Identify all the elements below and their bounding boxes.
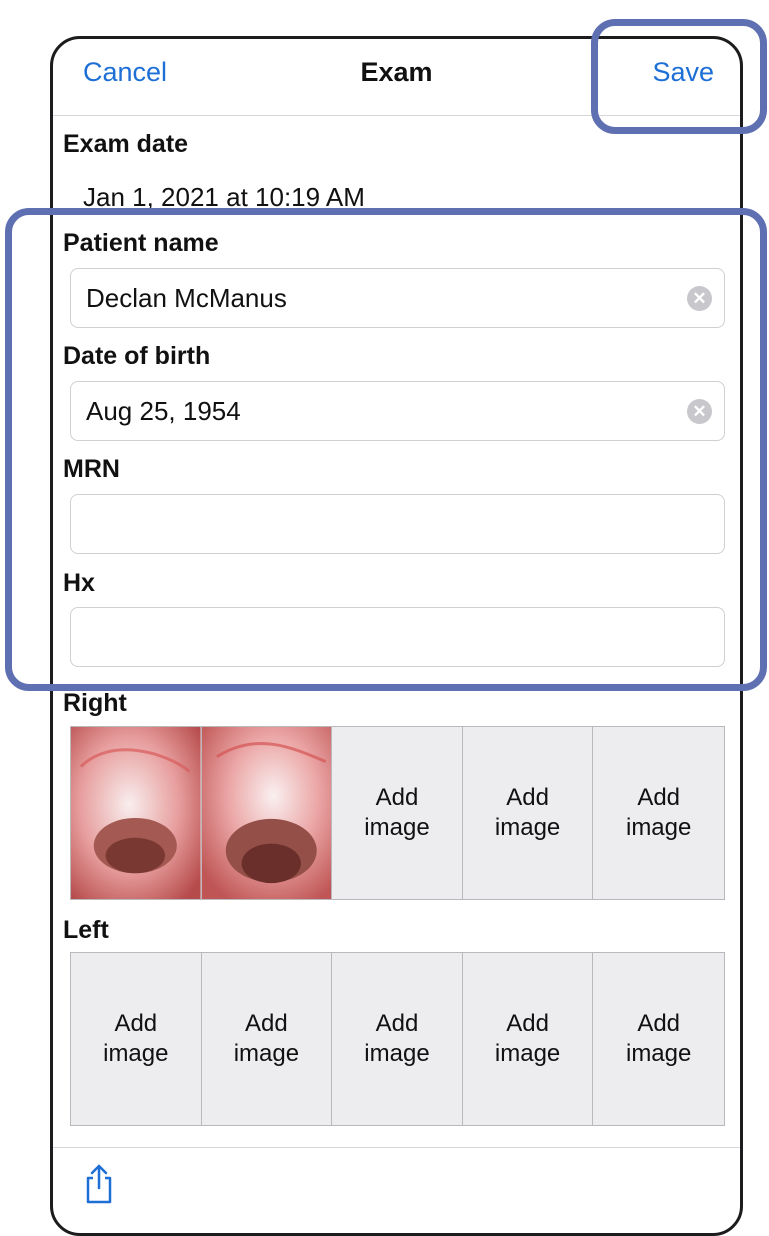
add-image-label: Add image [625, 784, 692, 841]
bottom-toolbar-divider [53, 1147, 740, 1148]
left-ear-label: Left [63, 916, 109, 944]
add-image-button[interactable]: Add image [462, 727, 594, 899]
right-image-grid: Add image Add image Add image [70, 726, 725, 900]
add-image-button[interactable]: Add image [593, 727, 724, 899]
hx-field[interactable] [70, 607, 725, 667]
exam-date-value[interactable]: Jan 1, 2021 at 10:19 AM [83, 182, 365, 213]
clear-icon[interactable]: ✕ [687, 286, 712, 311]
hx-label: Hx [63, 569, 95, 597]
save-button[interactable]: Save [652, 57, 714, 88]
patient-name-value: Declan McManus [86, 283, 287, 313]
add-image-label: Add image [233, 1010, 300, 1067]
add-image-button[interactable]: Add image [462, 953, 594, 1125]
nav-bar: Cancel Exam Save [53, 39, 740, 116]
mrn-label: MRN [63, 455, 120, 483]
add-image-button[interactable]: Add image [71, 953, 202, 1125]
add-image-button[interactable]: Add image [332, 953, 463, 1125]
share-icon[interactable] [83, 1162, 115, 1206]
right-image-thumbnail[interactable] [71, 727, 202, 899]
exam-screen: Cancel Exam Save Exam date Jan 1, 2021 a… [50, 36, 743, 1236]
add-image-label: Add image [625, 1010, 692, 1067]
patient-name-field[interactable]: Declan McManus ✕ [70, 268, 725, 328]
date-of-birth-label: Date of birth [63, 342, 211, 370]
add-image-label: Add image [494, 1010, 561, 1067]
right-ear-label: Right [63, 689, 127, 717]
add-image-button[interactable]: Add image [201, 953, 333, 1125]
right-image-thumbnail[interactable] [201, 727, 333, 899]
page-title: Exam [360, 57, 433, 87]
mrn-field[interactable] [70, 494, 725, 554]
clear-icon[interactable]: ✕ [687, 399, 712, 424]
add-image-label: Add image [494, 784, 561, 841]
add-image-label: Add image [364, 1010, 430, 1067]
add-image-button[interactable]: Add image [593, 953, 724, 1125]
add-image-label: Add image [103, 1010, 169, 1067]
date-of-birth-field[interactable]: Aug 25, 1954 ✕ [70, 381, 725, 441]
date-of-birth-value: Aug 25, 1954 [86, 396, 241, 426]
add-image-label: Add image [364, 784, 430, 841]
patient-name-label: Patient name [63, 229, 219, 257]
left-image-grid: Add image Add image Add image Add image Add i… [70, 952, 725, 1126]
exam-date-label: Exam date [63, 130, 189, 158]
add-image-button[interactable]: Add image [332, 727, 463, 899]
